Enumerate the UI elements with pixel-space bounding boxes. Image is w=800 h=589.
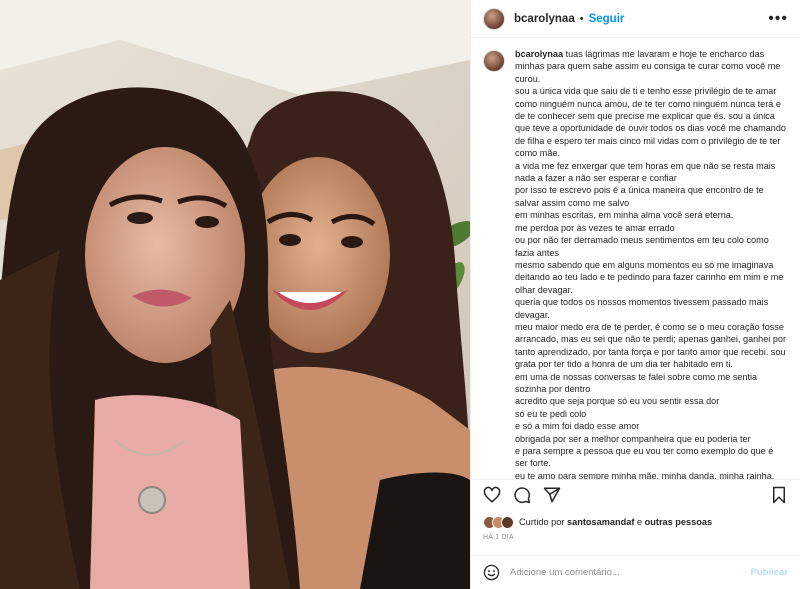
likes-connector: e: [636, 517, 643, 527]
liker-username[interactable]: santosamandaf: [567, 517, 634, 527]
more-horizontal-icon[interactable]: •••: [768, 10, 788, 28]
caption-line: eu te amo para sempre minha mãe, minha d…: [515, 470, 775, 479]
caption-area: bcarolynaa tuas lágrimas me lavaram e ho…: [471, 38, 800, 479]
likes-text: Curtido por santosamandaf e outras pesso…: [519, 517, 712, 527]
caption-line: sou a única vida que saiu de ti e tenho …: [515, 86, 786, 159]
likes-prefix: Curtido por: [519, 517, 565, 527]
post-sidebar: bcarolynaa • Seguir ••• bcarolynaa tuas …: [470, 0, 800, 589]
action-bar: [471, 479, 800, 509]
caption-text: bcarolynaa tuas lágrimas me lavaram e ho…: [515, 48, 788, 479]
publish-button[interactable]: Publicar: [751, 567, 789, 578]
header-username[interactable]: bcarolynaa: [514, 13, 575, 25]
caption-line: mesmo sabendo que em alguns momentos eu …: [515, 259, 784, 295]
caption-username[interactable]: bcarolynaa: [515, 49, 563, 59]
caption-line: ou por não ter derramado meus sentimento…: [515, 235, 769, 258]
post-photo[interactable]: [0, 0, 470, 589]
post-timestamp[interactable]: HÁ 1 DIA: [471, 531, 800, 549]
caption-line: em minhas escritas, em minha alma você s…: [515, 210, 734, 221]
post-header: bcarolynaa • Seguir •••: [471, 0, 800, 38]
avatar[interactable]: [483, 7, 505, 30]
avatar: [501, 515, 514, 529]
likes-others[interactable]: outras pessoas: [645, 517, 712, 527]
post-modal: bcarolynaa • Seguir ••• bcarolynaa tuas …: [0, 0, 800, 589]
selfie-image: [0, 0, 470, 589]
caption-line: só eu te pedi colo: [515, 408, 587, 419]
caption-line: acredito que seja porque só eu vou senti…: [515, 396, 720, 407]
share-icon[interactable]: [543, 486, 561, 504]
caption-line: queria que todos os nossos momentos tive…: [515, 297, 769, 320]
heart-icon[interactable]: [483, 486, 501, 504]
comment-icon[interactable]: [513, 486, 531, 504]
follow-button[interactable]: Seguir: [589, 13, 625, 25]
caption-line: e só a mim foi dado esse amor: [515, 421, 640, 432]
likes-row: Curtido por santosamandaf e outras pesso…: [471, 509, 800, 531]
caption-line: me perdoa por às vezes te amar errado: [515, 222, 675, 233]
caption-line: obrigada por ser a melhor companheira qu…: [515, 433, 751, 444]
separator-dot: •: [579, 12, 584, 25]
caption-line: meu maior medo era de te perder, é como …: [515, 321, 786, 370]
comment-input[interactable]: [510, 567, 751, 578]
caption-line: e para sempre a pessoa que eu vou ter co…: [515, 446, 774, 469]
caption-avatar[interactable]: [483, 50, 505, 72]
bookmark-icon[interactable]: [770, 486, 788, 504]
caption-line: em uma de nossas conversas te falei sobr…: [515, 371, 758, 394]
caption-line: por isso te escrevo pois é a única manei…: [515, 185, 764, 208]
liker-avatars[interactable]: [483, 515, 514, 529]
caption-line: a vida me fez enxergar que tem horas em …: [515, 160, 776, 184]
emoji-icon[interactable]: [483, 564, 500, 581]
comment-box: Publicar: [471, 555, 800, 589]
